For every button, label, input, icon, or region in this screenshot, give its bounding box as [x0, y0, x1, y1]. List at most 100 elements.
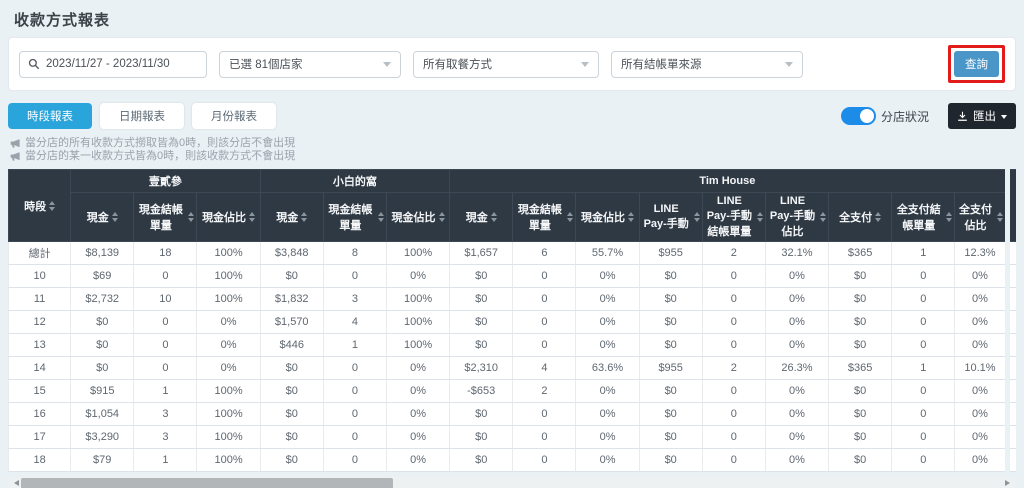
- branch-status-label: 分店狀況: [881, 108, 929, 125]
- store-select[interactable]: 已選 81個店家: [219, 51, 401, 78]
- column-header[interactable]: LINE Pay-手動結帳單量: [702, 193, 765, 242]
- column-header[interactable]: LINE Pay-手動佔比: [765, 193, 828, 242]
- value-cell: 0: [134, 311, 197, 334]
- column-header[interactable]: 全支付結帳單量: [892, 193, 955, 242]
- value-cell: $0: [829, 403, 892, 426]
- column-header[interactable]: 現金: [260, 193, 323, 242]
- value-cell: $1,657: [450, 242, 513, 265]
- value-cell: 0: [702, 265, 765, 288]
- branch-status-toggle[interactable]: [841, 107, 876, 125]
- value-cell: 0: [134, 265, 197, 288]
- value-cell: 0: [892, 380, 955, 403]
- time-cell: 10: [9, 265, 71, 288]
- value-cell: 0: [513, 426, 576, 449]
- value-cell: 0: [892, 426, 955, 449]
- value-cell-clipped: [1007, 426, 1016, 449]
- value-cell: $955: [639, 242, 702, 265]
- column-header-time[interactable]: 時段: [9, 170, 71, 242]
- column-header[interactable]: 現金: [450, 193, 513, 242]
- note-text: 當分店的某一收款方式皆為0時，則該收款方式不會出現: [25, 150, 295, 163]
- column-header[interactable]: 全支付佔比: [955, 193, 1007, 242]
- horizontal-scrollbar[interactable]: [8, 477, 1016, 488]
- value-cell: 0: [513, 265, 576, 288]
- column-header[interactable]: 現金佔比: [386, 193, 449, 242]
- value-cell: $2,310: [450, 357, 513, 380]
- source-select-value: 所有結帳單來源: [621, 56, 702, 72]
- value-cell: 0: [323, 449, 386, 472]
- table-row: 17$3,2903100%$000%$000%$000%$000%: [9, 426, 1017, 449]
- tabs-row: 時段報表 日期報表 月份報表 分店狀況 匯出: [8, 103, 1016, 129]
- value-cell: $0: [829, 380, 892, 403]
- time-cell: 11: [9, 288, 71, 311]
- column-header[interactable]: 現金結帳單量: [513, 193, 576, 242]
- value-cell: 10.1%: [955, 357, 1007, 380]
- value-cell: $0: [639, 449, 702, 472]
- value-cell: 4: [513, 357, 576, 380]
- query-button[interactable]: 查詢: [954, 51, 999, 77]
- column-header[interactable]: LINE Pay-手動: [639, 193, 702, 242]
- value-cell: 0%: [386, 426, 449, 449]
- report-table-container: 時段壹貳參小白的窩Tim House現金現金結帳單量現金佔比現金現金結帳單量現金…: [8, 169, 1016, 472]
- value-cell: 100%: [386, 311, 449, 334]
- value-cell: $0: [450, 426, 513, 449]
- export-button[interactable]: 匯出: [948, 103, 1016, 129]
- value-cell-clipped: [1007, 265, 1016, 288]
- value-cell: 1: [323, 334, 386, 357]
- scrollbar-thumb[interactable]: [21, 478, 393, 488]
- column-header[interactable]: 全支付: [829, 193, 892, 242]
- sort-icon: [439, 212, 445, 222]
- table-row: 18$791100%$000%$000%$000%$000%: [9, 449, 1017, 472]
- value-cell: $8,139: [71, 242, 134, 265]
- value-cell: 0: [702, 288, 765, 311]
- column-header[interactable]: 現金: [71, 193, 134, 242]
- value-cell: 0%: [386, 380, 449, 403]
- value-cell: 2: [702, 357, 765, 380]
- sort-icon: [946, 212, 952, 222]
- tab-month-report[interactable]: 月份報表: [192, 103, 276, 129]
- value-cell: 0: [513, 334, 576, 357]
- value-cell: $915: [71, 380, 134, 403]
- column-header[interactable]: 現金結帳單量: [323, 193, 386, 242]
- value-cell: 0%: [955, 380, 1007, 403]
- value-cell: $0: [639, 334, 702, 357]
- value-cell: $0: [450, 265, 513, 288]
- time-cell: 17: [9, 426, 71, 449]
- megaphone-icon: [10, 138, 21, 149]
- value-cell: 0: [702, 426, 765, 449]
- pickup-method-select[interactable]: 所有取餐方式: [413, 51, 599, 78]
- value-cell: 0: [702, 311, 765, 334]
- value-cell: 1: [892, 242, 955, 265]
- scroll-left-arrow-icon[interactable]: [11, 480, 19, 486]
- chevron-down-icon: [581, 62, 589, 71]
- order-source-select[interactable]: 所有結帳單來源: [611, 51, 803, 78]
- table-row: 12$000%$1,5704100%$000%$000%$000%: [9, 311, 1017, 334]
- value-cell: 0%: [576, 403, 639, 426]
- value-cell: 0%: [576, 426, 639, 449]
- value-cell: $0: [450, 403, 513, 426]
- value-cell: 100%: [197, 426, 260, 449]
- column-header[interactable]: 現金佔比: [197, 193, 260, 242]
- column-header[interactable]: 現金結帳單量: [134, 193, 197, 242]
- scroll-right-arrow-icon[interactable]: [1005, 480, 1013, 486]
- value-cell: $0: [450, 449, 513, 472]
- value-cell: $0: [260, 426, 323, 449]
- column-header[interactable]: 現金佔比: [576, 193, 639, 242]
- store-select-value: 已選 81個店家: [229, 56, 303, 72]
- sort-icon: [112, 212, 118, 222]
- value-cell: 100%: [386, 288, 449, 311]
- value-cell: $0: [260, 380, 323, 403]
- note-text: 當分店的所有收款方式撈取皆為0時，則該分店不會出現: [25, 137, 295, 150]
- value-cell: $365: [829, 242, 892, 265]
- value-cell: 0%: [765, 380, 828, 403]
- value-cell: $0: [260, 265, 323, 288]
- value-cell: 100%: [197, 265, 260, 288]
- value-cell: 0%: [386, 357, 449, 380]
- value-cell: 2: [513, 380, 576, 403]
- value-cell: 0%: [197, 311, 260, 334]
- date-range-input[interactable]: 2023/11/27 - 2023/11/30: [19, 51, 207, 78]
- value-cell: 4: [323, 311, 386, 334]
- tab-time-period-report[interactable]: 時段報表: [8, 103, 92, 129]
- tab-date-report[interactable]: 日期報表: [100, 103, 184, 129]
- value-cell: 100%: [197, 403, 260, 426]
- value-cell-clipped: [1007, 380, 1016, 403]
